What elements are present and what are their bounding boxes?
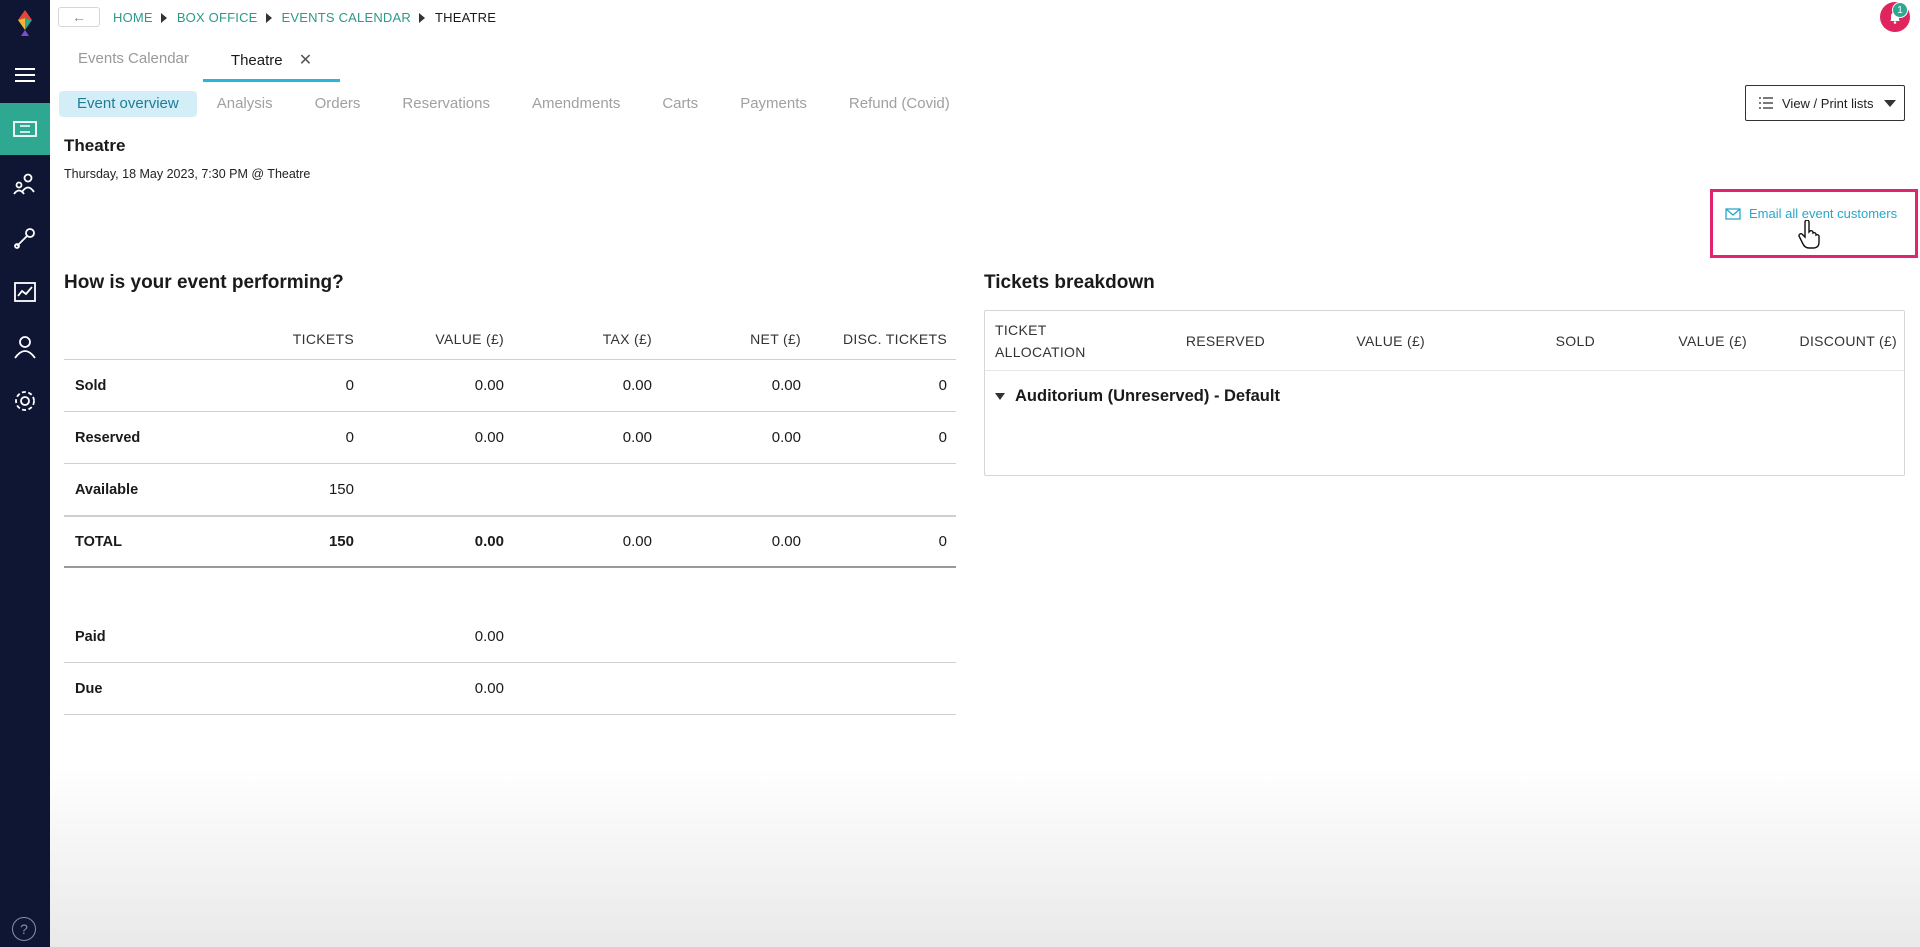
header-ticket-allocation: TICKET ALLOCATION	[995, 321, 1086, 360]
bottom-fade	[50, 767, 1920, 947]
cell-value: 0.00	[474, 429, 504, 446]
allocation-group-row[interactable]: Auditorium (Unreserved) - Default	[985, 371, 1904, 421]
main-content: ← HOME BOX OFFICE EVENTS CALENDAR THEATR…	[50, 0, 1920, 947]
menu-icon[interactable]	[0, 49, 50, 101]
performance-table: TICKETS VALUE (£) TAX (£) NET (£) DISC. …	[64, 318, 956, 568]
subtab-payments[interactable]: Payments	[722, 91, 825, 117]
cell-disc: 0	[938, 377, 947, 394]
cell-value: 0.00	[474, 533, 504, 550]
cell-net: 0.00	[771, 533, 801, 550]
cell-value: 0.00	[474, 628, 504, 645]
header-sold: SOLD	[1555, 332, 1595, 349]
logo-icon[interactable]	[12, 8, 38, 38]
header-value: VALUE (£)	[435, 330, 504, 347]
header-value: VALUE (£)	[1678, 332, 1747, 349]
cell-tickets: 150	[328, 481, 354, 498]
table-row: Available 150	[64, 464, 956, 516]
performance-title: How is your event performing?	[64, 272, 344, 293]
reports-icon[interactable]	[0, 266, 50, 318]
row-label: Due	[75, 680, 103, 697]
cell-value: 0.00	[474, 680, 504, 697]
tickets-breakdown-table: TICKET ALLOCATION RESERVED VALUE (£) SOL…	[984, 310, 1905, 476]
header-net: NET (£)	[750, 330, 801, 347]
chevron-down-icon	[1883, 99, 1896, 107]
table-row: Paid 0.00	[64, 611, 956, 663]
subtab-carts[interactable]: Carts	[644, 91, 716, 117]
subtab-refund-covid[interactable]: Refund (Covid)	[831, 91, 968, 117]
subtab-bar: Event overview Analysis Orders Reservati…	[59, 91, 974, 117]
subtab-amendments[interactable]: Amendments	[514, 91, 638, 117]
tickets-breakdown-title: Tickets breakdown	[984, 272, 1155, 293]
hand-cursor-icon	[1798, 220, 1820, 249]
breadcrumb-box-office[interactable]: BOX OFFICE	[177, 10, 258, 25]
cell-tickets: 0	[345, 429, 354, 446]
allocation-group-label: Auditorium (Unreserved) - Default	[1015, 386, 1280, 405]
user-icon[interactable]	[0, 321, 50, 373]
payments-table: Paid 0.00 Due 0.00	[64, 611, 956, 715]
sidebar: ?	[0, 0, 50, 947]
cell-value: 0.00	[474, 377, 504, 394]
table-row: Due 0.00	[64, 663, 956, 715]
cell-tickets: 150	[328, 533, 354, 550]
view-print-lists-button[interactable]: View / Print lists	[1745, 85, 1905, 121]
breadcrumb: HOME BOX OFFICE EVENTS CALENDAR THEATRE	[113, 10, 496, 25]
breadcrumb-separator-icon	[265, 12, 272, 23]
row-label: Available	[75, 481, 139, 498]
row-label: Sold	[75, 377, 107, 394]
row-label: TOTAL	[75, 533, 122, 550]
settings-icon[interactable]	[0, 375, 50, 427]
back-button[interactable]: ←	[58, 7, 100, 27]
cell-disc: 0	[938, 429, 947, 446]
email-icon	[1725, 207, 1741, 220]
header-reserved: RESERVED	[1185, 332, 1265, 349]
cell-net: 0.00	[771, 429, 801, 446]
breadcrumb-separator-icon	[160, 12, 167, 23]
email-all-customers-link[interactable]: Email all event customers	[1725, 206, 1897, 221]
caret-down-icon	[995, 392, 1005, 400]
table-row: Sold 0 0.00 0.00 0.00 0	[64, 360, 956, 412]
event-title: Theatre	[64, 136, 126, 155]
breadcrumb-separator-icon	[418, 12, 425, 23]
tab-bar: Events Calendar Theatre ✕	[64, 46, 341, 82]
cell-tickets: 0	[345, 377, 354, 394]
table-row: Reserved 0 0.00 0.00 0.00 0	[64, 412, 956, 464]
tab-theatre[interactable]: Theatre ✕	[202, 46, 341, 82]
ticket-icon[interactable]	[0, 103, 50, 155]
header-tickets: TICKETS	[292, 330, 354, 347]
cell-tax: 0.00	[622, 429, 652, 446]
cell-disc: 0	[938, 533, 947, 550]
subtab-orders[interactable]: Orders	[297, 91, 379, 117]
subtab-reservations[interactable]: Reservations	[384, 91, 508, 117]
row-label: Paid	[75, 628, 106, 645]
cell-tax: 0.00	[622, 377, 652, 394]
customers-icon[interactable]	[0, 158, 50, 210]
close-icon[interactable]: ✕	[299, 50, 312, 70]
notifications-button[interactable]: 1	[1880, 2, 1910, 32]
tools-icon[interactable]	[0, 212, 50, 264]
table-header-row: TICKET ALLOCATION RESERVED VALUE (£) SOL…	[985, 311, 1904, 371]
tab-events-calendar[interactable]: Events Calendar	[64, 46, 203, 82]
row-label: Reserved	[75, 429, 141, 446]
header-value: VALUE (£)	[1356, 332, 1425, 349]
breadcrumb-home[interactable]: HOME	[113, 10, 153, 25]
event-subtitle: Thursday, 18 May 2023, 7:30 PM @ Theatre	[64, 167, 311, 181]
notification-count-badge: 1	[1892, 2, 1908, 18]
help-icon[interactable]: ?	[12, 917, 36, 941]
subtab-event-overview[interactable]: Event overview	[59, 91, 197, 117]
header-disc-tickets: DISC. TICKETS	[843, 330, 947, 347]
header-discount: DISCOUNT (£)	[1799, 332, 1897, 349]
table-total-row: TOTAL 150 0.00 0.00 0.00 0	[64, 516, 956, 568]
cell-net: 0.00	[771, 377, 801, 394]
cell-tax: 0.00	[622, 533, 652, 550]
breadcrumb-events-calendar[interactable]: EVENTS CALENDAR	[282, 10, 411, 25]
subtab-analysis[interactable]: Analysis	[199, 91, 291, 117]
list-icon	[1759, 97, 1773, 109]
header-tax: TAX (£)	[602, 330, 652, 347]
breadcrumb-current: THEATRE	[434, 10, 497, 25]
table-header-row: TICKETS VALUE (£) TAX (£) NET (£) DISC. …	[64, 318, 956, 360]
